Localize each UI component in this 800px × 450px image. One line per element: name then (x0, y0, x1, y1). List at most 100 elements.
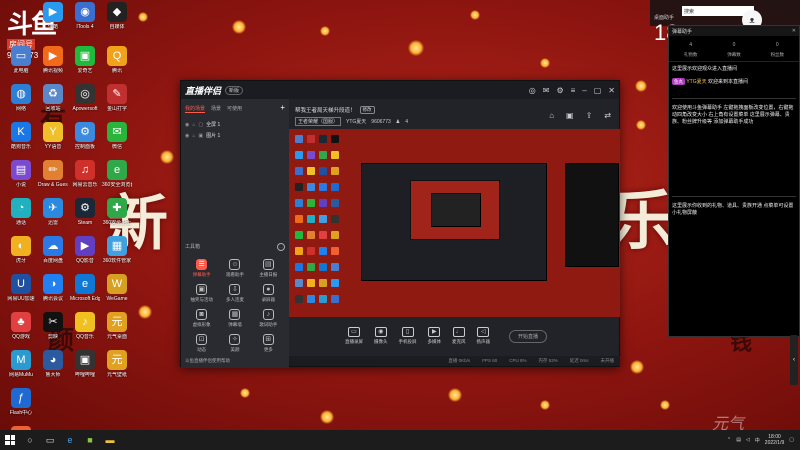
maximize-icon[interactable]: ▢ (594, 86, 602, 95)
speaker-button[interactable]: ◁ 扬声器 (477, 327, 490, 345)
phone-cast-button[interactable]: ▯ 手机投屏 (399, 327, 417, 345)
desktop-icon[interactable]: ▣ 哔哩哔哩 (70, 350, 100, 388)
add-scene-icon[interactable]: + (280, 104, 285, 113)
desktop-icon[interactable]: W WeGame (102, 274, 132, 312)
share-icon[interactable]: ⇄ (604, 111, 611, 120)
network-icon[interactable]: ▤ (736, 437, 741, 443)
tool-recorder[interactable]: ● 录屏器 (252, 284, 285, 303)
mail-icon[interactable]: ✉ (543, 86, 550, 95)
settings-icon[interactable]: ⚙ (556, 86, 563, 95)
notification-icon[interactable]: ▢ (789, 437, 794, 443)
camera-button[interactable]: ◉ 摄像头 (374, 327, 388, 345)
desktop-icon[interactable]: e 360安全浏览器 (102, 160, 132, 198)
tool-lyrics[interactable]: ♪ 歌词助手 (252, 309, 285, 328)
category-tag[interactable]: 王者荣耀（国服） (295, 117, 342, 126)
tool-avatar[interactable]: ◙ 虚拟形象 (185, 309, 218, 328)
tab-danmu[interactable]: 弹幕数 (727, 52, 741, 58)
desktop-icon[interactable]: ◎ Apowersoft (70, 84, 100, 122)
desktop-icon[interactable]: ◆ 自媒体 (102, 2, 132, 40)
desktop-icon[interactable]: ◐ 虎牙 (6, 236, 36, 274)
tab-fans[interactable]: 粉丝数 (771, 52, 785, 58)
desktop-icon[interactable]: ƒ Flash中心 (6, 388, 36, 426)
app-icon[interactable]: ■ (80, 430, 100, 450)
tool-more[interactable]: ⊞ 更多 (252, 334, 285, 353)
desktop-icon[interactable]: ◕ 鲁大师 (38, 350, 68, 388)
desktop-icon[interactable]: ▶ 优酷 (38, 2, 68, 40)
desktop-icon[interactable]: e Microsoft Edge (70, 274, 100, 312)
desktop-icon[interactable]: ⚙ 控制面板 (70, 122, 100, 160)
eye-icon[interactable]: ◉ (185, 122, 189, 128)
version-pill[interactable]: 新版 (225, 85, 244, 95)
lock-icon[interactable]: ⌂ (192, 133, 195, 139)
help-link[interactable]: 斗鱼直播伴侣使用帮助 (185, 358, 230, 364)
desktop-icon[interactable]: M 网易MuMu (6, 350, 36, 388)
lock-icon[interactable]: ⌂ (192, 122, 195, 128)
desktop-icon[interactable]: ♣ QQ游戏 (6, 312, 36, 350)
more-icon[interactable]: … (277, 243, 285, 251)
desktop-icon[interactable]: ▤ 小说 (6, 160, 36, 198)
close-icon[interactable]: ✕ (608, 86, 615, 95)
live-preview[interactable] (289, 129, 620, 317)
desktop-icon[interactable]: Y YY语音 (38, 122, 68, 160)
desktop-icon[interactable]: ▶ QQ影音 (70, 236, 100, 274)
desktop-icon[interactable]: ✈ 迅雷 (38, 198, 68, 236)
lock-icon[interactable]: ⌂ (549, 111, 554, 120)
desktop-icon[interactable]: ✚ 360安全卫士 (102, 198, 132, 236)
tab-scene[interactable]: 场景 (211, 105, 221, 113)
avatar-icon[interactable]: ◎ (529, 86, 536, 95)
scene-item[interactable]: ◉ ⌂ ▣ 图片 1 (181, 130, 289, 141)
menu-icon[interactable]: ≡ (571, 86, 576, 95)
desktop-icon[interactable]: U 网易UU加速 (6, 274, 36, 312)
scene-item[interactable]: ◉ ⌂ ▢ 全屏 1 (181, 119, 289, 130)
desktop-icon[interactable]: K 酷狗音乐 (6, 122, 36, 160)
desktop-icon[interactable]: ▶ 腾讯视频 (38, 46, 68, 84)
side-handle[interactable]: ‹ (790, 335, 798, 385)
start-live-button[interactable]: 开始直播 (509, 329, 548, 343)
desktop-icon[interactable]: ◉ ITools 4 (70, 2, 100, 40)
edit-notice-button[interactable]: 修改 (359, 106, 375, 114)
desktop-icon[interactable]: ✂ 剪映 (38, 312, 68, 350)
desktop-icon[interactable]: ⚙ Steam (70, 198, 100, 236)
desktop-icon[interactable]: ▭ 此电脑 (6, 46, 36, 84)
desktop-icon[interactable]: ◔ 通话 (6, 198, 36, 236)
task-view-icon[interactable]: ▭ (40, 430, 60, 450)
desktop-icon[interactable]: ▦ 360软件管家 (102, 236, 132, 274)
desktop-icon[interactable]: ▣ 爱奇艺 (70, 46, 100, 84)
tool-daily-report[interactable]: ▤ 主播日报 (252, 259, 285, 278)
clock[interactable]: 18:00 2022/1/9 (765, 434, 784, 446)
ime-icon[interactable]: 中 (755, 437, 760, 444)
desktop-icon[interactable]: ◍ 网络 (6, 84, 36, 122)
tool-watch-helper[interactable]: ☺ 观看助手 (218, 259, 251, 278)
minimize-icon[interactable]: – (582, 86, 586, 95)
desktop-icon[interactable]: ♪ QQ音乐 (70, 312, 100, 350)
desktop-icon[interactable]: ✏ Draw & Guess (38, 160, 68, 198)
layout-icon[interactable]: ▣ (566, 111, 574, 120)
tab-available[interactable]: 可使用 (227, 105, 242, 113)
desktop-icon[interactable]: 元元气桌面 (102, 312, 132, 350)
tool-danmu-wall[interactable]: ▦ 弹幕墙 (218, 309, 251, 328)
close-icon[interactable]: ✕ (792, 28, 796, 34)
microphone-button[interactable]: ♩ 麦克风 (452, 327, 466, 345)
desktop-icon[interactable]: 元元气壁纸 (102, 350, 132, 388)
desktop-icon[interactable]: ✎ 金山打字 (102, 84, 132, 122)
tab-my-scenes[interactable]: 我的场景 (185, 105, 206, 113)
desktop-icon[interactable]: ☁ 百度网盘 (38, 236, 68, 274)
start-button[interactable] (0, 430, 20, 450)
screen-capture-button[interactable]: ▭ 直播录屏 (345, 327, 363, 345)
tool-multi-mic[interactable]: ⇩ 多人连麦 (218, 284, 251, 303)
folder-icon[interactable]: ▬ (100, 430, 120, 450)
tab-gifts[interactable]: 礼物数 (684, 52, 698, 58)
tool-beauty[interactable]: ✧ 美颜 (218, 334, 251, 353)
volume-icon[interactable]: ◁ (746, 437, 750, 443)
desktop-icon[interactable]: Q 腾讯 (102, 46, 132, 84)
desktop-icon[interactable]: ♻ 回收站 (38, 84, 68, 122)
eye-icon[interactable]: ◉ (185, 133, 189, 139)
tool-danmu-helper[interactable]: ☰ 弹幕助手 (185, 259, 218, 278)
desktop-icon[interactable]: ◑ 腾讯会议 (38, 274, 68, 312)
tool-dynamic[interactable]: ⊡ 动态 (185, 334, 218, 353)
media-button[interactable]: ▶ 多媒体 (428, 327, 441, 345)
search-icon[interactable]: ○ (20, 430, 40, 450)
export-icon[interactable]: ⇪ (586, 111, 593, 120)
tray-chevron-icon[interactable]: ⌃ (727, 437, 731, 443)
desktop-icon[interactable]: ♫ 网易云音乐 (70, 160, 100, 198)
